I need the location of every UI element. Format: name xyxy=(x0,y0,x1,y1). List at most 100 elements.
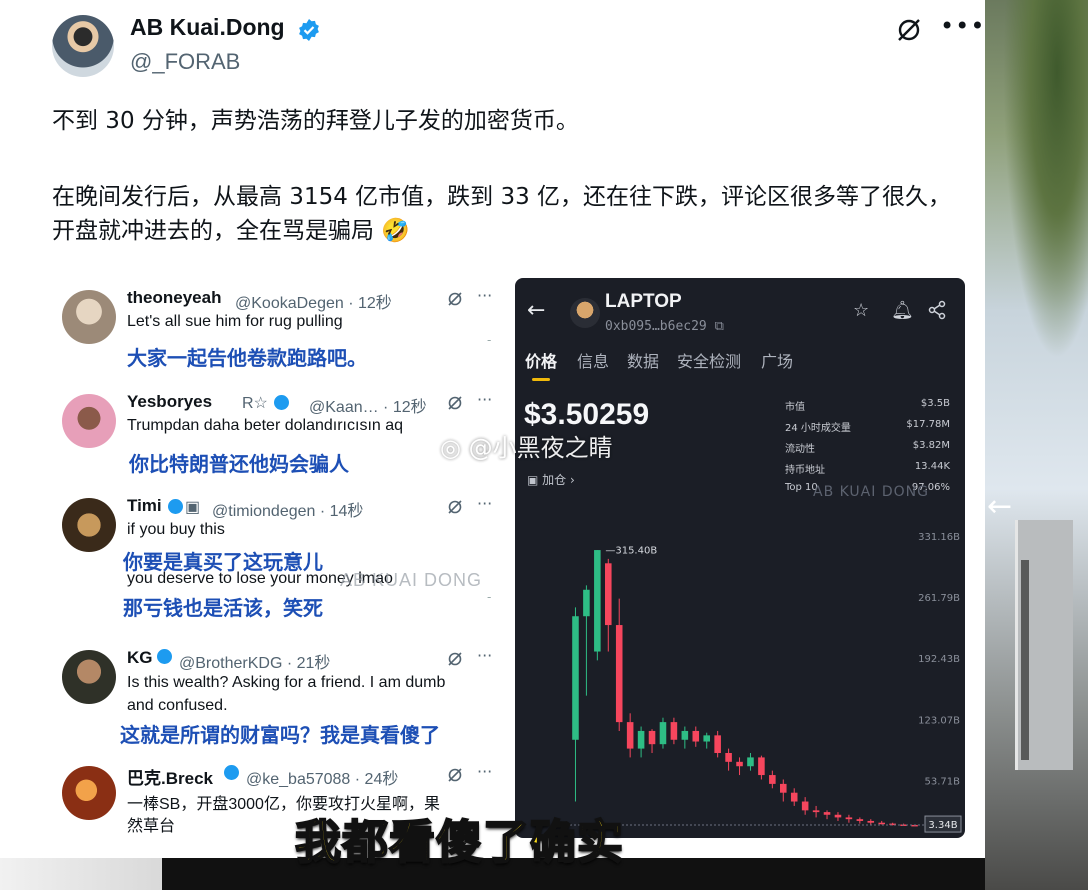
reply-text: Let's all sue him for rug pulling xyxy=(127,313,343,330)
reply-author-name: 巴克.Breck xyxy=(127,769,213,788)
watermark: AB KUAI DONG xyxy=(813,484,929,500)
candle-body xyxy=(703,735,710,742)
grok-icon xyxy=(448,396,462,410)
avatar[interactable] xyxy=(52,15,114,77)
back-arrow-icon: ← xyxy=(527,298,546,323)
palm-tree xyxy=(1003,0,1088,360)
reply-text: if you buy this xyxy=(127,521,225,538)
candle-body xyxy=(670,722,678,740)
candle-body xyxy=(681,730,689,740)
divider: - xyxy=(487,333,492,347)
candle-body xyxy=(692,730,700,742)
stat-row: 流动性 $3.82M xyxy=(785,440,955,461)
candle-body xyxy=(637,730,645,749)
stat-value: 13.44K xyxy=(914,461,950,472)
avatar xyxy=(62,650,116,704)
reply-meta: @KookaDegen · 12秒 xyxy=(235,295,392,312)
tab-data: 数据 xyxy=(627,352,660,371)
token-title: LAPTOP xyxy=(605,291,682,312)
weibo-watermark: ◎ @小黑夜之睛 xyxy=(440,434,613,462)
verified-badge-icon xyxy=(224,765,239,780)
share-icon xyxy=(928,300,946,320)
pole xyxy=(1021,560,1029,760)
weibo-watermark-text: @小黑夜之睛 xyxy=(468,434,613,462)
join-button: ▣ 加仓 › xyxy=(527,473,575,487)
avatar xyxy=(62,290,116,344)
candle-body xyxy=(801,801,809,811)
tab-security: 安全检测 xyxy=(677,352,742,371)
reply-meta-badges: R☆ xyxy=(242,393,291,413)
reply-meta-badges xyxy=(155,649,174,667)
stat-row: 24 小时成交量 $17.78M xyxy=(785,419,955,440)
peak-label: —315.40B xyxy=(605,546,657,557)
last-price-label: 3.34B xyxy=(928,820,957,831)
candle-body xyxy=(769,775,776,784)
divider: - xyxy=(487,590,492,604)
verified-badge-icon xyxy=(274,395,290,410)
candle-body xyxy=(780,783,787,793)
reply-text-continued: and confused. xyxy=(127,697,228,714)
more-options-icon: ··· xyxy=(477,494,493,513)
tab-price: 价格 xyxy=(525,352,558,371)
candle-body xyxy=(736,761,743,767)
candle-body xyxy=(725,753,732,762)
watermark: AB KUAI DONG xyxy=(340,570,483,590)
candle-body xyxy=(583,589,590,617)
tweet-text-line-1: 不到 30 分钟，声势浩荡的拜登儿子发的加密货币。 xyxy=(52,108,579,134)
stat-label: 持币地址 xyxy=(785,465,825,476)
reply-meta: @ke_ba57088 · 24秒 xyxy=(246,771,399,788)
crypto-app-screenshot: ← LAPTOP 0xb095…b6ec29 ⧉ ☆ 🔔︎ 价格 信息 数据 安… xyxy=(515,278,965,838)
stat-row: 市值 $3.5B xyxy=(785,398,955,419)
author-handle[interactable]: @_FORAB xyxy=(130,49,240,75)
y-tick-label: 331.16B xyxy=(918,532,960,543)
reply-author-name: theoneyeah xyxy=(127,288,222,307)
left-arrow-icon: ← xyxy=(987,489,1013,524)
reply-meta-badges xyxy=(222,765,241,783)
grok-icon xyxy=(448,292,462,306)
tab-underline xyxy=(532,378,550,381)
grok-icon xyxy=(448,768,462,782)
y-tick-label: 261.79B xyxy=(918,593,960,604)
avatar xyxy=(62,394,116,448)
verified-badge-icon xyxy=(168,499,183,514)
candle-body xyxy=(758,757,765,776)
stat-label: 24 小时成交量 xyxy=(785,423,851,434)
candle-body xyxy=(626,722,634,749)
more-options-icon[interactable]: ••• xyxy=(940,14,985,38)
reply-meta: @timiondegen · 14秒 xyxy=(212,503,364,520)
reply-translation: 你比特朗普还他妈会骗人 xyxy=(129,452,349,476)
y-tick-label: 123.07B xyxy=(918,715,960,726)
address-text: 0xb095…b6ec29 xyxy=(605,319,707,334)
reply-author-name: Timi xyxy=(127,496,162,515)
candle-body xyxy=(572,616,579,740)
grok-icon[interactable] xyxy=(895,16,923,44)
reply-author-name: KG xyxy=(127,648,153,667)
reply-text-continued: 然草台 xyxy=(127,818,176,835)
stat-label: 市值 xyxy=(785,402,805,413)
author-name[interactable]: AB Kuai.Dong xyxy=(130,14,285,41)
candlestick-chart: 331.16B 261.79B 192.43B 123.07B 53.71B —315.4… xyxy=(570,532,962,833)
reply-translation: 大家一起告他卷款跑路吧。 xyxy=(127,346,367,370)
candle-body xyxy=(648,730,656,745)
candle-body xyxy=(867,820,875,823)
candle-body xyxy=(605,563,612,626)
token-price: $3.50259 xyxy=(524,398,650,431)
bell-icon: 🔔︎ xyxy=(891,300,914,321)
reply-meta-badges: ▣ xyxy=(166,497,200,517)
reply-text: Is this wealth? Asking for a friend. I a… xyxy=(127,674,446,691)
stat-label: 流动性 xyxy=(785,444,815,455)
grok-icon xyxy=(448,500,462,514)
more-options-icon: ··· xyxy=(477,286,493,305)
candle-body xyxy=(790,792,798,802)
join-label: 加仓 xyxy=(542,473,567,487)
token-logo xyxy=(570,298,600,328)
candle-body xyxy=(834,814,842,818)
verified-badge-icon xyxy=(299,19,319,41)
grok-icon xyxy=(448,652,462,666)
reply-translation: 这就是所谓的财富吗？我是真看傻了 xyxy=(120,723,440,747)
reply-translation-continued: 那亏钱也是活该，笑死 xyxy=(123,596,323,620)
tab-square: 广场 xyxy=(761,352,794,371)
more-options-icon: ··· xyxy=(477,762,493,781)
video-subtitle: 我都看傻了确实 xyxy=(294,814,624,870)
avatar xyxy=(62,498,116,552)
